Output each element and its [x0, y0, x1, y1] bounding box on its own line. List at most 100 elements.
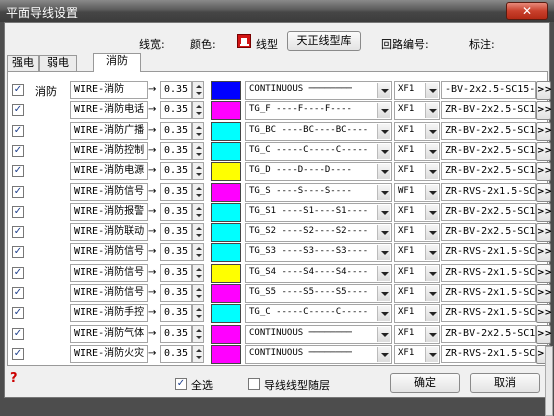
color-swatch[interactable] [211, 284, 241, 303]
more-button[interactable]: >> [536, 243, 552, 263]
line-width-field[interactable]: 0.35 [160, 81, 192, 99]
layer-name-field[interactable]: WIRE-消防电源 [70, 162, 148, 181]
color-palette-icon[interactable] [237, 34, 251, 48]
layer-name-field[interactable]: WIRE-消防电话 [70, 101, 148, 120]
chevron-down-icon[interactable] [425, 245, 438, 261]
follow-layer-checkbox[interactable] [248, 378, 260, 390]
chevron-down-icon[interactable] [425, 83, 438, 98]
row-enable-checkbox[interactable]: ✓ [12, 124, 24, 137]
title-bar[interactable]: 平面导线设置 ✕ [0, 0, 554, 22]
line-width-field[interactable]: 0.35 [160, 101, 192, 120]
line-width-field[interactable]: 0.35 [160, 324, 192, 343]
color-swatch[interactable] [211, 162, 241, 182]
linetype-dropdown[interactable]: TG_S3 ----S3----S3---- [245, 243, 392, 263]
row-enable-checkbox[interactable]: ✓ [12, 226, 24, 239]
cancel-button[interactable]: 取消 [470, 373, 540, 393]
color-swatch[interactable] [211, 121, 241, 141]
color-swatch[interactable] [211, 344, 241, 364]
wire-spec-field[interactable]: ZR-RVS-2x1.5-SC2( [441, 182, 536, 201]
color-swatch[interactable] [211, 101, 241, 121]
row-enable-checkbox[interactable]: ✓ [12, 327, 24, 340]
more-button[interactable]: >> [536, 284, 552, 303]
width-spinner[interactable] [192, 284, 204, 302]
chevron-down-icon[interactable] [425, 326, 438, 342]
color-swatch[interactable] [211, 141, 241, 161]
loop-number-dropdown[interactable]: XF1 [394, 141, 440, 161]
layer-name-field[interactable]: WIRE-消防控制 [70, 141, 148, 160]
wire-spec-field[interactable]: ZR-RVS-2x1.5-SC2( [441, 304, 536, 323]
chevron-down-icon[interactable] [377, 184, 390, 200]
line-width-field[interactable]: 0.35 [160, 182, 192, 201]
loop-number-dropdown[interactable]: XF1 [394, 223, 440, 243]
layer-name-field[interactable]: WIRE-消防信号 [70, 182, 148, 201]
more-button[interactable]: >> [536, 324, 552, 344]
linetype-dropdown[interactable]: TG_D ----D----D---- [245, 162, 392, 182]
loop-number-dropdown[interactable]: XF1 [394, 284, 440, 303]
chevron-down-icon[interactable] [425, 306, 438, 322]
loop-number-dropdown[interactable]: XF1 [394, 202, 440, 222]
help-icon[interactable]: ? [10, 371, 18, 386]
row-enable-checkbox[interactable]: ✓ [12, 287, 24, 299]
more-button[interactable]: >> [536, 162, 552, 182]
color-swatch[interactable] [211, 182, 241, 202]
width-spinner[interactable] [192, 162, 204, 181]
chevron-down-icon[interactable] [425, 184, 438, 200]
more-button[interactable]: >> [536, 223, 552, 243]
color-swatch[interactable] [211, 263, 241, 283]
more-button[interactable]: >> [536, 121, 552, 141]
chevron-down-icon[interactable] [425, 204, 438, 220]
chevron-down-icon[interactable] [377, 265, 390, 281]
layer-name-field[interactable]: WIRE-消防手控 [70, 304, 148, 323]
layer-name-field[interactable]: WIRE-消防火灾 [70, 344, 148, 363]
linetype-dropdown[interactable]: TG_C -----C-----C----- [245, 304, 392, 324]
linetype-dropdown[interactable]: TG_S4 ----S4----S4---- [245, 263, 392, 283]
chevron-down-icon[interactable] [425, 346, 438, 362]
linetype-dropdown[interactable]: TG_S2 ----S2----S2---- [245, 223, 392, 243]
chevron-down-icon[interactable] [377, 204, 390, 220]
width-spinner[interactable] [192, 263, 204, 282]
row-enable-checkbox[interactable]: ✓ [12, 205, 24, 218]
tab-weak-power[interactable]: 弱电 [39, 55, 77, 71]
chevron-down-icon[interactable] [425, 143, 438, 159]
width-spinner[interactable] [192, 121, 204, 140]
more-button[interactable]: >> [536, 304, 552, 324]
chevron-down-icon[interactable] [377, 143, 390, 159]
wire-spec-field[interactable]: ZR-RVS-2x1.5-SC2( [441, 263, 536, 282]
layer-name-field[interactable]: WIRE-消防广播 [70, 121, 148, 140]
color-swatch[interactable] [211, 223, 241, 243]
line-width-field[interactable]: 0.35 [160, 344, 192, 363]
wire-spec-field[interactable]: ZR-BV-2x2.5-SC15- [441, 121, 536, 140]
layer-name-field[interactable]: WIRE-消防 [70, 81, 148, 99]
more-button[interactable]: >> [536, 101, 552, 121]
width-spinner[interactable] [192, 141, 204, 160]
more-button[interactable]: >> [536, 202, 552, 222]
linetype-dropdown[interactable]: CONTINUOUS ──────── [245, 344, 392, 364]
color-swatch[interactable] [211, 81, 241, 100]
line-width-field[interactable]: 0.35 [160, 162, 192, 181]
color-swatch[interactable] [211, 304, 241, 324]
row-enable-checkbox[interactable]: ✓ [12, 246, 24, 259]
color-swatch[interactable] [211, 202, 241, 222]
width-spinner[interactable] [192, 304, 204, 323]
ok-button[interactable]: 确定 [390, 373, 460, 393]
wire-spec-field[interactable]: ZR-BV-2x2.5-SC15- [441, 141, 536, 160]
row-enable-checkbox[interactable]: ✓ [12, 266, 24, 279]
chevron-down-icon[interactable] [377, 306, 390, 322]
loop-number-dropdown[interactable]: XF1 [394, 243, 440, 263]
chevron-down-icon[interactable] [425, 225, 438, 241]
loop-number-dropdown[interactable]: XF1 [394, 304, 440, 324]
layer-name-field[interactable]: WIRE-消防报警 [70, 202, 148, 221]
layer-name-field[interactable]: WIRE-消防气体 [70, 324, 148, 343]
vertical-scrollbar[interactable] [545, 346, 553, 416]
chevron-down-icon[interactable] [377, 83, 390, 98]
wire-spec-field[interactable]: ZR-BV-2x2.5-SC15- [441, 101, 536, 120]
wire-spec-field[interactable]: ZR-BV-2x2.5-SC15- [441, 223, 536, 242]
close-button[interactable]: ✕ [506, 2, 548, 20]
loop-number-dropdown[interactable]: XF1 [394, 121, 440, 141]
line-width-field[interactable]: 0.35 [160, 202, 192, 221]
loop-number-dropdown[interactable]: XF1 [394, 162, 440, 182]
chevron-down-icon[interactable] [425, 164, 438, 180]
width-spinner[interactable] [192, 81, 204, 99]
loop-number-dropdown[interactable]: XF1 [394, 324, 440, 344]
chevron-down-icon[interactable] [425, 265, 438, 281]
